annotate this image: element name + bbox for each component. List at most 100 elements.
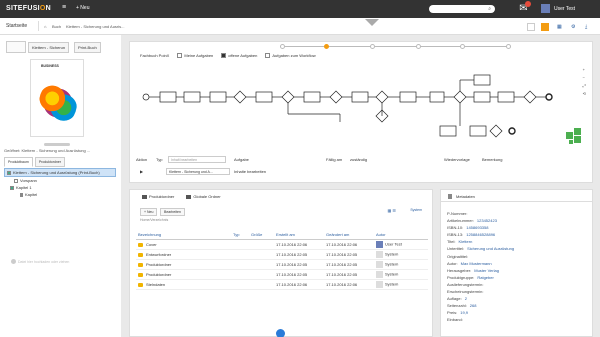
metadata-value[interactable]: 268 [470, 303, 477, 308]
column-header[interactable]: Bezeichnung [136, 230, 231, 240]
logo[interactable]: SITEFUSION [6, 5, 51, 12]
upload-dropzone[interactable]: Datei hier hochladen oder ziehen [18, 260, 69, 264]
progress-step[interactable] [416, 44, 421, 49]
settings-icon[interactable]: ⚙ [571, 24, 575, 30]
file-created-text: 17.10.2016 22:05 [276, 272, 308, 277]
start-link[interactable]: Startseite [6, 23, 27, 29]
checkbox-icon[interactable] [10, 185, 14, 190]
bpmn-diagram[interactable] [140, 64, 580, 164]
upload-icon[interactable] [11, 259, 16, 264]
folder-icon [142, 194, 147, 199]
tree-node-label: Kapitel [25, 192, 38, 197]
metadata-value[interactable]: 1458693358 [466, 225, 488, 230]
metadata-value[interactable]: Ratgeber [477, 275, 493, 280]
filter-workflow-tasks[interactable]: Aufgaben zum Workflow [265, 53, 316, 59]
view-toggle-icon[interactable]: ▦ ☰ [388, 208, 396, 213]
checkbox-icon[interactable] [221, 53, 227, 59]
metadata-value[interactable]: 2 [465, 296, 467, 301]
metadata-value[interactable]: 19,9 [460, 310, 468, 315]
column-header[interactable]: Typ [231, 230, 249, 240]
column-header[interactable]: Erstellt am [274, 230, 324, 240]
type-filter-input[interactable]: Inhalt bearbeiten [168, 156, 226, 163]
tab-product[interactable]: Klettern - Sicherun [28, 42, 70, 53]
checkbox-icon[interactable] [265, 53, 271, 59]
tree-node-label: Vorspann [20, 178, 37, 183]
progress-step[interactable] [280, 44, 285, 49]
tab-product-folder[interactable]: Produktordner [142, 194, 174, 199]
home-icon[interactable]: ⌂ [44, 24, 46, 29]
tree-node-kapitel-1[interactable]: Kapitel 1 [8, 184, 116, 191]
file-type [231, 259, 249, 270]
table-row[interactable]: Produktordner 17.10.2016 22:05 17.10.2016 … [136, 269, 428, 280]
metadata-key: ISBN-10: [447, 225, 464, 231]
breadcrumb-title[interactable]: Klettern - Sicherung und Ausris... [66, 24, 124, 29]
reset-icon[interactable]: ⟲ [583, 91, 586, 96]
metadata-key: Einband: [447, 317, 463, 323]
toolbar-button-1[interactable] [527, 23, 535, 31]
table-row[interactable]: Entwurfordner 17.10.2016 22:05 17.10.2016 … [136, 249, 428, 260]
new-file-button[interactable]: + Neu [140, 208, 158, 216]
edit-file-button[interactable]: Bearbeiten [160, 208, 185, 216]
metadata-row: P-Nummer: [447, 210, 514, 217]
user-avatar[interactable] [541, 4, 550, 13]
column-header[interactable]: Autor [374, 230, 428, 240]
collapse-toggle-icon[interactable] [365, 19, 379, 26]
view-select[interactable]: System [410, 208, 422, 212]
task-product-field[interactable]: Klettern - Sicherung und A... [166, 168, 230, 175]
metadata-row: Untertitel: Sicherung und Ausrüstung [447, 245, 514, 252]
checkbox-icon[interactable] [7, 170, 11, 175]
pagination-bar[interactable] [44, 143, 70, 146]
search-input[interactable]: ⌕ [429, 5, 495, 13]
filter-open-tasks[interactable]: offene Aufgaben [221, 53, 257, 59]
column-header[interactable]: Geändert am [324, 230, 374, 240]
table-row[interactable]: Stelndaten 17.10.2016 22:06 17.10.2016 22:… [136, 279, 428, 290]
add-file-button[interactable] [276, 329, 285, 337]
file-modified-text: 17.10.2016 22:05 [326, 252, 358, 257]
checkbox-icon[interactable] [177, 53, 183, 59]
tree-node-root[interactable]: Klettern - Sicherung und Ausrüstung (Pri… [4, 168, 116, 177]
book-thumbnail[interactable] [6, 41, 26, 53]
tree-node-vorspann[interactable]: Vorspann [12, 177, 116, 184]
metadata-value[interactable]: Muster Verlag [474, 268, 499, 273]
table-row[interactable]: Produktordner 17.10.2016 22:05 17.10.2016 … [136, 259, 428, 270]
search-icon[interactable]: ⌕ [488, 6, 491, 12]
progress-step[interactable] [370, 44, 375, 49]
filter-my-tasks[interactable]: Meine Aufgaben [177, 53, 213, 59]
tab-global-folder[interactable]: Globale Ordner [186, 194, 221, 199]
tab-product-tree[interactable]: Produktbaum [4, 157, 33, 167]
metadata-value[interactable]: Klettern [459, 239, 473, 244]
file-author-text: System [385, 281, 399, 287]
metadata-value[interactable]: 1258846528896 [466, 232, 495, 237]
tab-print-book[interactable]: Print-Buch [74, 42, 101, 53]
grid-icon[interactable]: ▦ [557, 24, 562, 30]
metadata-value[interactable]: Max Mustermann [461, 261, 492, 266]
document-icon [448, 194, 452, 199]
toolbar-button-active[interactable] [541, 23, 549, 31]
puzzle-icon[interactable] [566, 128, 582, 144]
fit-view-icon[interactable]: ⤢ [583, 83, 586, 88]
tree-node-kapitel[interactable]: Kapitel [18, 191, 116, 198]
play-icon[interactable]: ▶ [140, 169, 143, 174]
progress-step-active[interactable] [324, 44, 329, 49]
opened-link[interactable]: Geöffnet: Klettern - Sicherung und Ausrü… [4, 148, 90, 153]
cover-title: BUSINESS [41, 64, 59, 68]
hamburger-menu-icon[interactable]: ≡ [62, 4, 66, 11]
metadata-value[interactable]: Sicherung und Ausrüstung [467, 246, 514, 251]
column-header[interactable]: Größe [249, 230, 274, 240]
avatar [376, 261, 383, 268]
progress-step[interactable] [460, 44, 465, 49]
zoom-in-icon[interactable]: + [583, 67, 586, 72]
file-created-text: 17.10.2016 22:06 [276, 242, 308, 247]
export-icon[interactable]: ⤓ [585, 24, 587, 30]
metadata-value[interactable]: 123452423 [477, 218, 497, 223]
file-modified: 17.10.2016 22:05 [324, 259, 374, 270]
checkbox-icon[interactable] [14, 178, 18, 183]
tab-product-folder[interactable]: Produktordner [34, 157, 66, 167]
zoom-out-icon[interactable]: − [583, 75, 586, 80]
new-button[interactable]: + Neu [76, 5, 89, 11]
breadcrumb-book[interactable]: Buch [52, 24, 61, 29]
table-row[interactable]: Cover 17.10.2016 22:06 17.10.2016 22:06 Use… [136, 239, 428, 250]
progress-step[interactable] [506, 44, 511, 49]
folder-path[interactable]: Home/Verzeichnis [140, 218, 168, 222]
user-menu[interactable]: User Test [554, 6, 575, 12]
